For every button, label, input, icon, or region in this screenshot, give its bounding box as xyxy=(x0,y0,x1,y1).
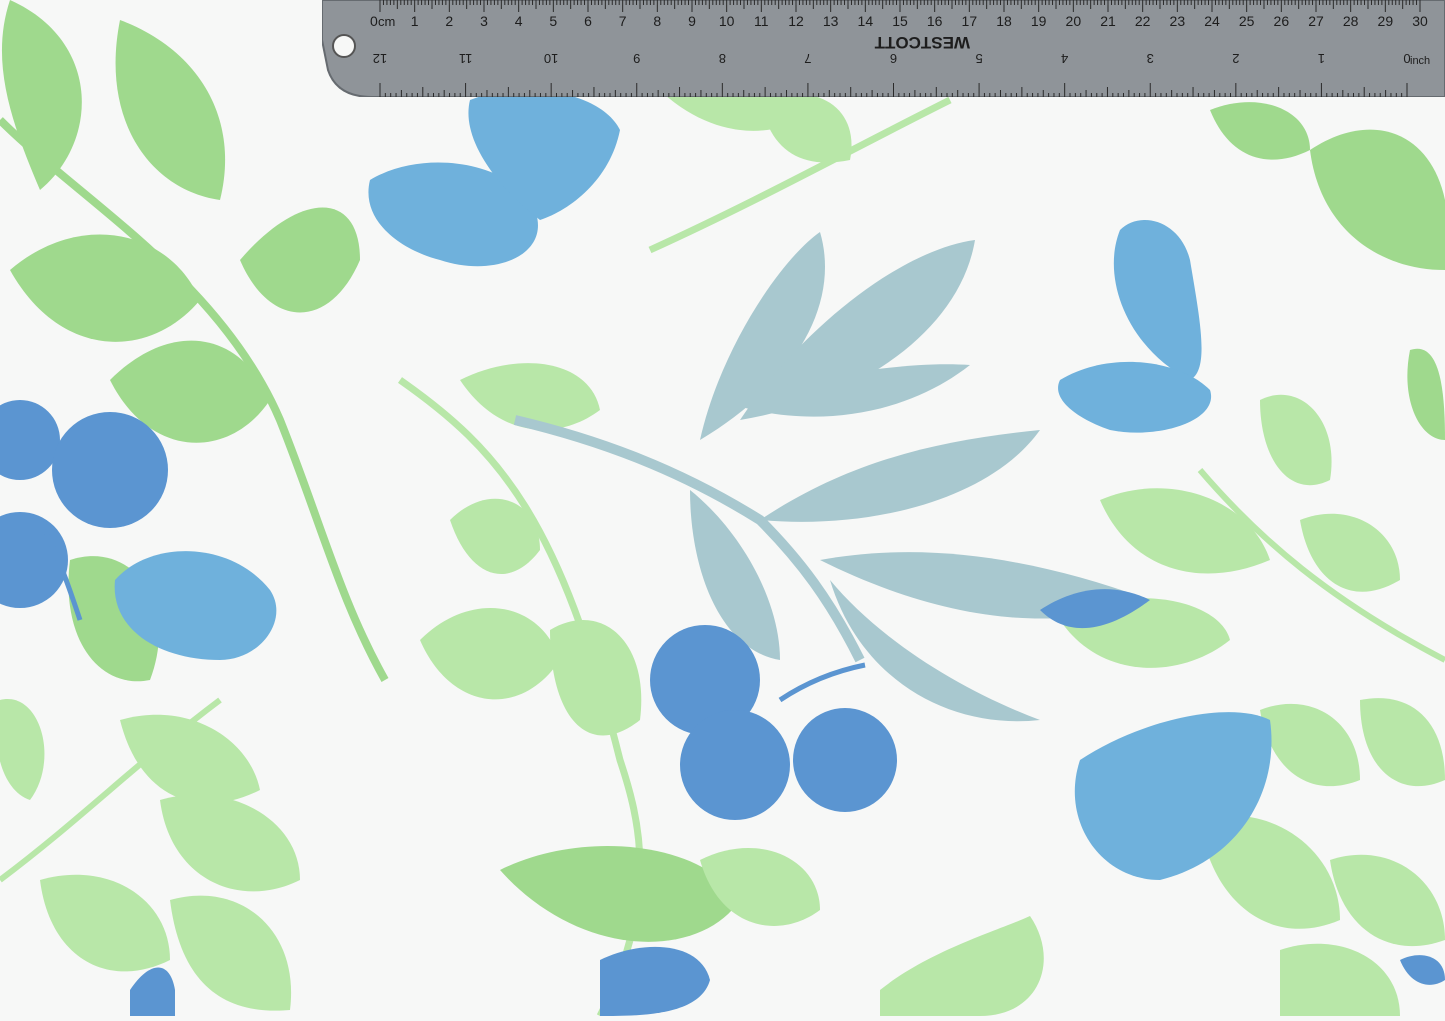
wallpaper-sample: 1 2 3 4 5 6 7 8 9 10 11 12 13 14 15 16 17 18 19 20 21 22 23 24 2… xyxy=(0,0,1445,1018)
cm-label: 16 xyxy=(927,13,943,29)
cm-label: 12 xyxy=(788,13,804,29)
ruler-hole xyxy=(332,34,356,58)
leaf xyxy=(1407,348,1445,440)
berry xyxy=(52,412,168,528)
inch-label: 4 xyxy=(1061,51,1068,66)
leaf xyxy=(160,794,300,892)
cm-label: 4 xyxy=(515,13,523,29)
leaf xyxy=(130,967,175,1016)
leaf xyxy=(1260,394,1332,486)
cm-label: 14 xyxy=(858,13,874,29)
leaf xyxy=(1210,102,1310,160)
berry xyxy=(680,710,790,820)
berry xyxy=(793,708,897,812)
leaf xyxy=(1100,488,1270,574)
cm-label: 22 xyxy=(1135,13,1151,29)
leaf xyxy=(170,895,292,1011)
floral-pattern xyxy=(0,0,1445,1018)
cm-label: 29 xyxy=(1378,13,1394,29)
inch-unit-label: inch xyxy=(1410,55,1430,67)
brand-logo-text: WESTCOTT xyxy=(874,33,970,52)
leaf xyxy=(1260,703,1360,787)
stem xyxy=(778,662,866,703)
leaf xyxy=(1280,943,1400,1016)
leaf xyxy=(1113,220,1202,380)
inch-label: 9 xyxy=(633,51,640,66)
leaf xyxy=(760,430,1040,522)
leaf xyxy=(420,607,560,700)
leaf xyxy=(1310,129,1445,270)
leaf xyxy=(880,916,1044,1016)
cm-label: 23 xyxy=(1170,13,1186,29)
cm-label: 9 xyxy=(688,13,696,29)
leaf xyxy=(1400,955,1445,985)
cm-label: 0 xyxy=(370,13,378,29)
berry xyxy=(0,400,60,480)
leaf xyxy=(550,620,642,736)
cm-label: 13 xyxy=(823,13,839,29)
leaf xyxy=(120,714,260,804)
cm-label: 7 xyxy=(619,13,627,29)
cm-label: 30 xyxy=(1412,13,1428,29)
leaf xyxy=(600,946,710,1016)
cm-label: 2 xyxy=(445,13,453,29)
cm-label: 25 xyxy=(1239,13,1255,29)
cm-label: 21 xyxy=(1100,13,1116,29)
cm-label: 10 xyxy=(719,13,735,29)
leaf xyxy=(0,699,45,800)
leaf xyxy=(240,207,360,313)
inch-label: 6 xyxy=(890,51,897,66)
leaf xyxy=(40,874,170,972)
leaf xyxy=(10,234,200,342)
cm-label: 11 xyxy=(754,13,769,29)
inch-label: 8 xyxy=(719,51,726,66)
inch-label: 12 xyxy=(373,51,387,66)
cm-label: 28 xyxy=(1343,13,1359,29)
leaf xyxy=(1360,698,1445,787)
inch-label: 3 xyxy=(1147,51,1154,66)
inch-label: 5 xyxy=(975,51,982,66)
leaf xyxy=(760,93,852,163)
cm-label: 20 xyxy=(1066,13,1082,29)
inch-label: 2 xyxy=(1232,51,1239,66)
leaf xyxy=(1,0,82,190)
leaf xyxy=(1330,854,1445,947)
cm-label: 1 xyxy=(411,13,419,29)
cm-label: 27 xyxy=(1308,13,1324,29)
cm-label: 26 xyxy=(1274,13,1290,29)
inch-label: 1 xyxy=(1318,51,1325,66)
cm-label: 15 xyxy=(892,13,908,29)
cm-label: 3 xyxy=(480,13,488,29)
cm-label: 19 xyxy=(1031,13,1047,29)
leaf xyxy=(115,20,226,200)
cm-label: 18 xyxy=(996,13,1012,29)
measuring-ruler: 1 2 3 4 5 6 7 8 9 10 11 12 13 14 15 16 17 18 19 20 21 22 23 24 2… xyxy=(322,0,1445,97)
cm-label: 5 xyxy=(549,13,557,29)
cm-label: 17 xyxy=(962,13,978,29)
cm-unit-label: cm xyxy=(378,14,395,29)
inch-label: 11 xyxy=(459,51,473,66)
cm-label: 24 xyxy=(1204,13,1220,29)
cm-label: 8 xyxy=(653,13,661,29)
inch-label: 7 xyxy=(804,51,811,66)
inch-label: 10 xyxy=(544,51,558,66)
cm-label: 6 xyxy=(584,13,592,29)
